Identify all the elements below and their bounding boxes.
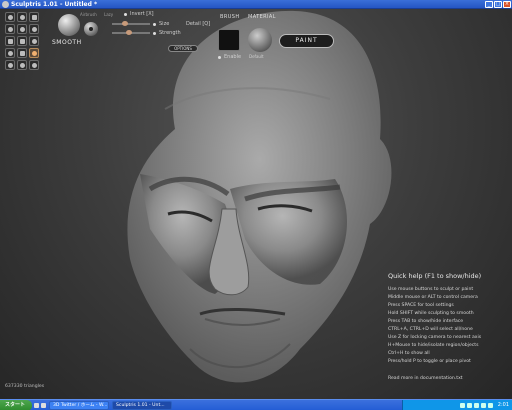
help-line: Press SPACE for tool settings [388,303,454,308]
brush-label: BRUSH [220,14,240,20]
smooth-tool-button[interactable] [29,24,39,34]
smooth-icon [31,26,37,32]
flatten-tool-button[interactable] [17,12,27,22]
size-label: Size [159,21,170,27]
clock: 2:01 [497,402,509,408]
current-tool-preview [58,14,80,36]
start-button[interactable]: スタート [0,399,32,410]
help-line: Hold SHIFT while sculpting to smooth [388,311,474,316]
scale-icon [19,38,25,44]
triangle-count: 637330 triangles [5,384,45,389]
brush-preview[interactable] [218,29,240,51]
help-line: Use Z for locking camera to nearest axis [388,335,482,340]
help-line: Press/hold P to toggle or place pivot [388,359,471,364]
wireframe-tool-button[interactable] [17,48,27,58]
documentation-note: Read more in documentation.txt [388,376,463,381]
material-preview[interactable] [248,28,272,52]
size-slider-knob[interactable] [121,21,128,26]
pinch-tool-button[interactable] [17,24,27,34]
taskbar-item-sculptris[interactable]: Sculptris 1.01 - Unt... [112,400,172,410]
taskbar-item-twitter[interactable]: 3D Twitter / ホーム - W... [49,400,109,410]
tray-security-icon[interactable] [473,402,479,408]
sculpt-viewport[interactable]: SMOOTH Airbrush Lazy Invert [X] Size Str… [0,9,512,399]
tray-network-icon[interactable] [459,402,465,408]
rotate-tool-button[interactable] [29,36,39,46]
close-button[interactable]: × [503,1,511,8]
quicklaunch-desktop-icon[interactable] [34,402,39,408]
invert-label: Invert [X] [130,11,154,17]
strength-label: Strength [159,30,181,36]
detail-option[interactable]: Detail [Q] [186,21,210,27]
mask-icon [31,50,37,56]
system-tray: 2:01 [402,399,512,410]
minimize-button[interactable]: _ [485,1,493,8]
material-name: Default [249,54,264,59]
invert-radio[interactable] [124,12,127,16]
airbrush-toggle[interactable]: Airbrush [80,12,97,17]
size-option[interactable]: Size [112,21,169,27]
undo-button[interactable] [17,60,27,70]
help-line: H+Mouse to hide/isolate region/objects [388,343,479,348]
current-tool-name: SMOOTH [52,39,82,46]
rotate-icon [31,38,37,44]
crease-tool-button[interactable] [29,12,39,22]
inflate-tool-button[interactable] [5,24,15,34]
app-icon [2,1,9,8]
taskbar: スタート 3D Twitter / ホーム - W... Sculptris 1… [0,399,512,410]
help-line: CTRL+A, CTRL+D will select all/none [388,327,473,332]
detail-label: Detail [Q] [186,21,211,27]
mask-tool-button[interactable] [29,48,39,58]
maximize-button[interactable]: □ [494,1,502,8]
wireframe-icon [19,50,25,56]
brush-enable-option[interactable]: Enable [218,54,241,60]
reduce-icon [7,62,13,68]
title-bar: Sculptris 1.01 - Untitled * _ □ × [0,0,512,9]
paint-button[interactable]: PAINT [279,34,334,48]
falloff-preview[interactable] [84,22,98,36]
flatten-icon [19,14,25,20]
help-line: Use mouse buttons to sculpt or paint [388,287,474,292]
size-slider[interactable] [112,21,150,26]
help-line: Middle mouse or ALT to control camera [388,295,478,300]
scale-tool-button[interactable] [17,36,27,46]
strength-slider[interactable] [112,30,150,35]
pinch-icon [19,26,25,32]
brush-enable-radio[interactable] [218,55,221,59]
window-title: Sculptris 1.01 - Untitled * [11,1,98,8]
strength-slider-knob[interactable] [126,30,133,35]
help-title: Quick help (F1 to show/hide) [388,272,482,280]
tray-ime-icon[interactable] [480,402,486,408]
lazy-toggle[interactable]: Lazy [104,12,113,17]
inflate-icon [7,26,13,32]
crease-icon [31,14,37,20]
grab-tool-button[interactable] [5,36,15,46]
strength-option[interactable]: Strength [112,30,181,36]
redo-icon [31,62,37,68]
tray-update-icon[interactable] [487,402,493,408]
redo-button[interactable] [29,60,39,70]
options-button[interactable]: OPTIONS [168,45,198,52]
undo-icon [19,62,25,68]
draw-icon [7,14,13,20]
draw-tool-button[interactable] [5,12,15,22]
grab-icon [7,38,13,44]
tray-volume-icon[interactable] [466,402,472,408]
symmetry-tool-button[interactable] [5,48,15,58]
quick-help-panel: Quick help (F1 to show/hide) Use mouse b… [388,272,510,381]
tool-palette [5,12,39,70]
reduce-tool-button[interactable] [5,60,15,70]
help-line: Ctrl+H to show all [388,351,430,356]
symmetry-icon [7,50,13,56]
invert-option[interactable]: Invert [X] [124,11,154,17]
size-radio[interactable] [153,22,156,26]
material-label: MATERIAL [248,14,276,20]
help-line: Press TAB to show/hide interface [388,319,464,324]
quicklaunch-browser-icon[interactable] [41,402,46,408]
strength-radio[interactable] [153,31,156,35]
brush-enable-label: Enable [224,54,242,60]
